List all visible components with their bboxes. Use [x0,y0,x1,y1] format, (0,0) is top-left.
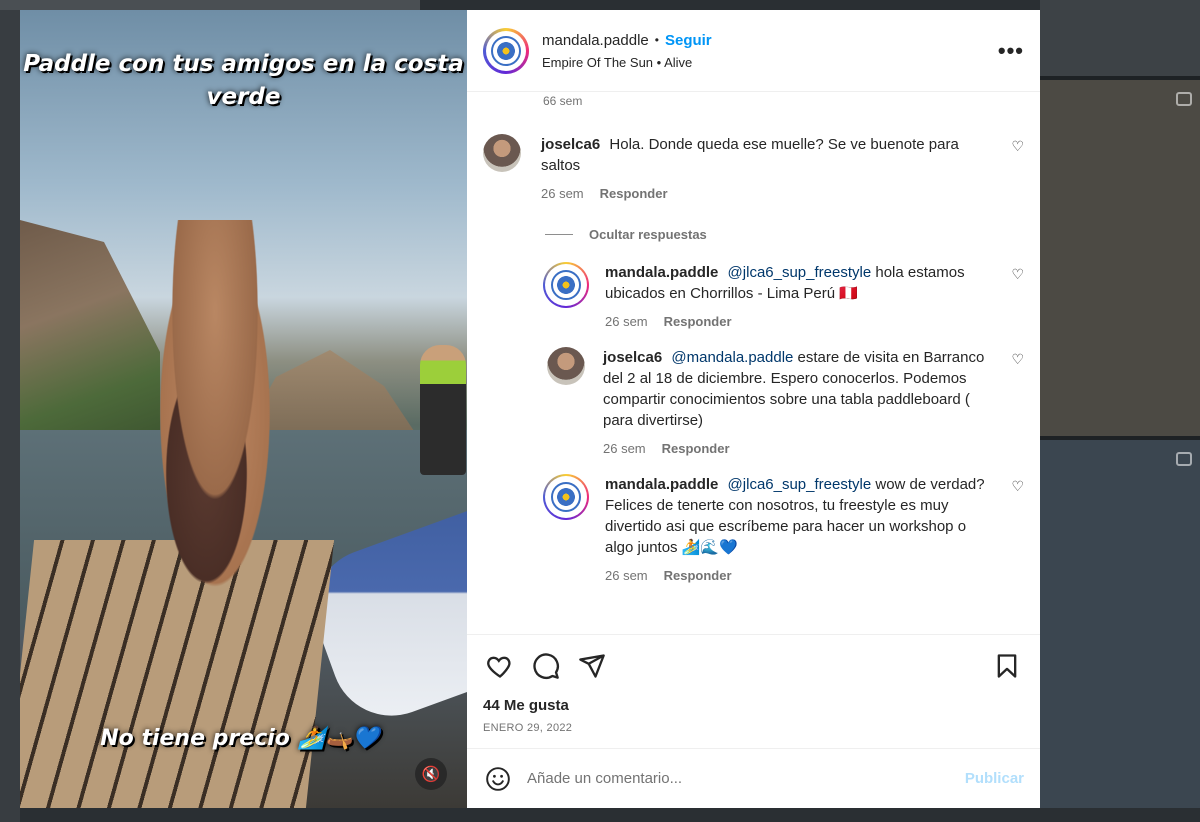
post-actions: 44 Me gusta ENERO 29, 2022 [467,634,1040,734]
reply-button[interactable]: Responder [664,568,732,583]
reply-text-line: joselca6 @mandala.paddle estare de visit… [603,347,996,431]
emoji-smile-icon [486,766,510,791]
reply-time[interactable]: 26 sem [603,441,646,456]
video-scene-paddler [420,345,466,475]
replier-avatar[interactable] [543,262,589,308]
reply-body: mandala.paddle @jlca6_sup_freestyle wow … [605,474,1024,583]
reply-time[interactable]: 26 sem [605,568,648,583]
comment-body: joselca6 Hola. Donde queda ese muelle? S… [541,134,1024,201]
likes-count[interactable]: 44 Me gusta [483,697,1024,714]
action-bar [483,649,1024,683]
bookmark-icon [997,654,1017,678]
reply-body: joselca6 @mandala.paddle estare de visit… [603,347,1024,456]
background-tile [0,0,420,10]
replier-avatar[interactable] [543,474,589,520]
send-icon [579,654,605,678]
more-options-button[interactable]: ••• [998,38,1024,64]
post-modal: Paddle con tus amigos en la costa verde … [20,10,1040,808]
comments-list[interactable]: 66 sem joselca6 Hola. Donde queda ese mu… [467,92,1040,634]
post-panel: mandala.paddle • Seguir Empire Of The Su… [467,10,1040,808]
background-tile [1040,80,1200,436]
background-tile [20,808,1040,822]
save-button[interactable] [990,649,1024,683]
reply-text-line: mandala.paddle @jlca6_sup_freestyle hola… [605,262,996,304]
like-reply-heart-icon[interactable]: ♡ [1011,351,1024,368]
video-caption-top: Paddle con tus amigos en la costa verde [23,51,464,110]
reply-mention[interactable]: @jlca6_sup_freestyle [728,264,872,281]
post-date[interactable]: ENERO 29, 2022 [483,722,1024,734]
reply-meta: 26 sem Responder [605,568,996,583]
comment-input[interactable] [527,770,965,787]
comment-time[interactable]: 26 sem [541,186,584,201]
follow-button[interactable]: Seguir [665,32,712,49]
reply-button[interactable]: Responder [600,186,668,201]
reply-username[interactable]: mandala.paddle [605,264,718,281]
audio-track[interactable]: Empire Of The Sun • Alive [542,55,998,70]
comment-button[interactable] [529,649,563,683]
reply-meta: 26 sem Responder [603,441,996,456]
like-comment-heart-icon[interactable]: ♡ [1011,138,1024,155]
mandala-logo-icon [551,270,581,300]
reply-text-line: mandala.paddle @jlca6_sup_freestyle wow … [605,474,996,558]
avatar-frame [486,30,526,71]
post-header: mandala.paddle • Seguir Empire Of The Su… [467,10,1040,92]
replier-avatar[interactable] [547,347,585,385]
background-divider [1040,76,1200,80]
author-line: mandala.paddle • Seguir [542,32,998,49]
reply-meta: 26 sem Responder [605,314,996,329]
comment-item: joselca6 Hola. Donde queda ese muelle? S… [483,134,1024,201]
background-tile [0,10,20,822]
comment-meta: 26 sem Responder [541,186,996,201]
like-reply-heart-icon[interactable]: ♡ [1011,266,1024,283]
post-video[interactable]: Paddle con tus amigos en la costa verde … [20,10,467,808]
reply-item: mandala.paddle @jlca6_sup_freestyle hola… [543,262,1024,329]
comment-bubble-icon [533,653,559,679]
avatar-frame [545,476,587,518]
video-caption-bottom: No tiene precio 🏄🛶💙 [100,726,380,751]
reel-icon [1176,92,1192,106]
heart-icon [487,656,511,678]
reply-time[interactable]: 26 sem [605,314,648,329]
hide-replies-button[interactable]: Ocultar respuestas [545,227,1024,242]
comment-username[interactable]: joselca6 [541,136,600,153]
replies-divider [545,234,573,235]
avatar-frame [545,264,587,306]
reply-username[interactable]: mandala.paddle [605,476,718,493]
reply-item: joselca6 @mandala.paddle estare de visit… [543,347,1024,456]
commenter-avatar[interactable] [483,134,521,172]
reply-item: mandala.paddle @jlca6_sup_freestyle wow … [543,474,1024,583]
mandala-logo-icon [491,35,521,66]
reply-button[interactable]: Responder [664,314,732,329]
share-button[interactable] [575,649,609,683]
previous-comment-time: 66 sem [543,94,583,108]
background-divider [1040,436,1200,440]
author-info: mandala.paddle • Seguir Empire Of The Su… [542,32,998,70]
background-tile [1040,440,1200,822]
mandala-logo-icon [551,482,581,512]
reply-button[interactable]: Responder [662,441,730,456]
speaker-muted-icon: 🔇 [421,766,441,783]
background-tile [1040,808,1200,822]
comment-text-line: joselca6 Hola. Donde queda ese muelle? S… [541,134,996,176]
hide-replies-label: Ocultar respuestas [589,227,707,242]
like-button[interactable] [483,649,517,683]
comment-text: Hola. Donde queda ese muelle? Se ve buen… [541,136,959,174]
author-avatar[interactable] [483,27,529,74]
mute-button[interactable]: 🔇 [415,758,447,790]
video-scene-person [130,220,300,680]
reply-mention[interactable]: @mandala.paddle [671,349,793,366]
background-tile [1040,0,1200,76]
reply-body: mandala.paddle @jlca6_sup_freestyle hola… [605,262,1024,329]
reply-mention[interactable]: @jlca6_sup_freestyle [728,476,872,493]
author-username[interactable]: mandala.paddle [542,32,649,49]
reel-icon [1176,452,1192,466]
separator-dot: • [654,33,659,47]
reply-username[interactable]: joselca6 [603,349,662,366]
publish-button[interactable]: Publicar [965,770,1024,787]
emoji-button[interactable] [483,764,513,794]
like-reply-heart-icon[interactable]: ♡ [1011,478,1024,495]
comment-composer: Publicar [467,748,1040,808]
